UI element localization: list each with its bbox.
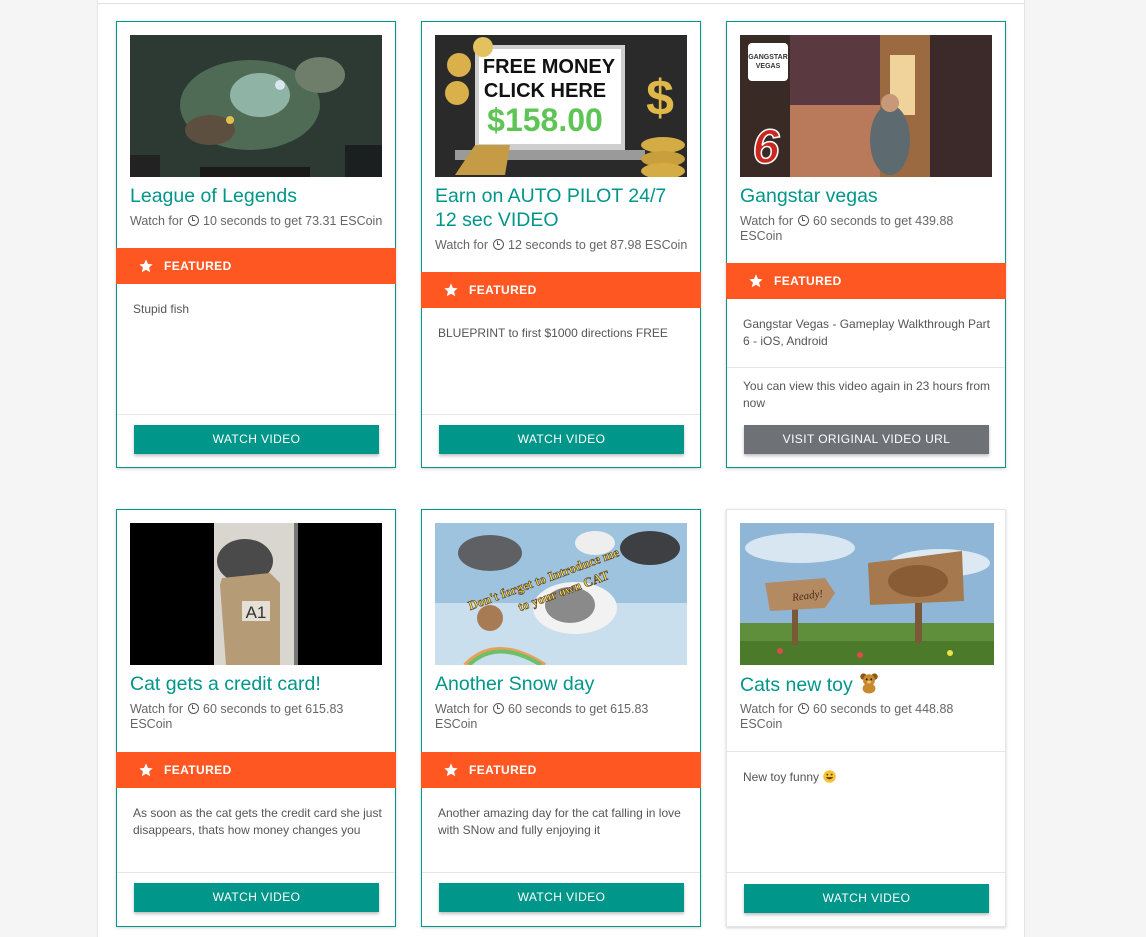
- card-divider: [727, 872, 1005, 873]
- view-again-note: You can view this video again in 23 hour…: [743, 379, 991, 410]
- watch-prefix: Watch for: [740, 702, 794, 716]
- video-description: Another amazing day for the cat falling …: [438, 806, 681, 837]
- video-card-cats-new-toy: Ready! Cats new toy Watch for 60 seconds…: [726, 509, 1006, 927]
- video-card-another-snow-day: Don't forget to Introduce me to your own…: [421, 509, 701, 927]
- featured-label: FEATURED: [164, 259, 232, 273]
- thumb-click-here-text: CLICK HERE: [484, 80, 606, 102]
- clock-icon: [797, 215, 809, 226]
- featured-banner: FEATURED: [116, 248, 396, 284]
- card-divider: [727, 751, 1005, 752]
- video-description: Stupid fish: [133, 302, 190, 316]
- thumb-gangstar-text: GANGSTAR: [748, 54, 788, 61]
- video-description: Gangstar Vegas - Gameplay Walkthrough Pa…: [743, 317, 991, 348]
- video-card-cat-credit-card: A1 Cat gets a credit card! Watch for 60 …: [116, 509, 396, 927]
- card-divider: [422, 872, 700, 873]
- star-icon: [138, 762, 154, 778]
- watch-prefix: Watch for: [435, 702, 489, 716]
- watch-video-button[interactable]: WATCH VIDEO: [134, 425, 379, 454]
- watch-prefix: Watch for: [130, 214, 184, 228]
- watch-duration-reward: 12 seconds to get 87.98 ESCoin: [508, 238, 688, 252]
- card-divider: [422, 414, 700, 415]
- video-description: BLUEPRINT to first $1000 directions FREE: [438, 326, 668, 340]
- watch-video-button[interactable]: WATCH VIDEO: [134, 883, 379, 912]
- clock-icon: [187, 703, 199, 714]
- watch-prefix: Watch for: [740, 214, 794, 228]
- video-card-league-of-legends: League of Legends Watch for 10 seconds t…: [116, 21, 396, 468]
- video-thumbnail[interactable]: FREE MONEY CLICK HERE $158.00 $: [435, 35, 687, 177]
- video-title[interactable]: League of Legends: [130, 184, 388, 208]
- video-title[interactable]: Cat gets a credit card!: [130, 672, 388, 696]
- card-divider: [117, 872, 395, 873]
- featured-banner: FEATURED: [421, 752, 701, 788]
- featured-banner: FEATURED: [421, 272, 701, 308]
- featured-label: FEATURED: [469, 283, 537, 297]
- video-description: As soon as the cat gets the credit card …: [133, 806, 382, 837]
- watch-reward-text: Watch for 10 seconds to get 73.31 ESCoin: [130, 214, 388, 229]
- video-card-auto-pilot: FREE MONEY CLICK HERE $158.00 $ Earn on …: [421, 21, 701, 468]
- thumb-amount-text: $158.00: [487, 102, 603, 138]
- watch-prefix: Watch for: [435, 238, 489, 252]
- thumb-box-label: A1: [246, 603, 267, 622]
- page-container: League of Legends Watch for 10 seconds t…: [97, 0, 1025, 937]
- grinning-face-icon: [822, 769, 837, 789]
- video-thumbnail[interactable]: GANGSTAR VEGAS 6: [740, 35, 992, 177]
- video-title[interactable]: Cats new toy: [740, 672, 998, 700]
- star-icon: [443, 282, 459, 298]
- watch-video-button[interactable]: WATCH VIDEO: [439, 883, 684, 912]
- watch-video-button[interactable]: WATCH VIDEO: [744, 884, 989, 913]
- clock-icon: [797, 703, 809, 714]
- watch-prefix: Watch for: [130, 702, 184, 716]
- clock-icon: [492, 239, 504, 250]
- star-icon: [443, 762, 459, 778]
- featured-banner: FEATURED: [116, 752, 396, 788]
- visit-original-url-button[interactable]: VISIT ORIGINAL VIDEO URL: [744, 425, 989, 454]
- video-title[interactable]: Gangstar vegas: [740, 184, 998, 208]
- clock-icon: [187, 215, 199, 226]
- featured-label: FEATURED: [774, 274, 842, 288]
- video-description: New toy funny: [743, 769, 993, 789]
- video-title-text[interactable]: Cats new toy: [740, 674, 853, 696]
- watch-reward-text: Watch for 60 seconds to get 439.88 ESCoi…: [740, 214, 998, 244]
- watch-reward-text: Watch for 60 seconds to get 615.83 ESCoi…: [130, 702, 388, 732]
- clock-icon: [492, 703, 504, 714]
- watch-video-button[interactable]: WATCH VIDEO: [439, 425, 684, 454]
- video-thumbnail[interactable]: Don't forget to Introduce me to your own…: [435, 523, 687, 665]
- watch-reward-text: Watch for 60 seconds to get 615.83 ESCoi…: [435, 702, 693, 732]
- star-icon: [748, 273, 764, 289]
- thumb-episode-number: 6: [753, 121, 780, 174]
- card-divider: [727, 367, 1005, 368]
- top-divider: [98, 3, 1024, 4]
- svg-text:$: $: [646, 70, 674, 126]
- video-title[interactable]: Earn on AUTO PILOT 24/7 12 sec VIDEO: [435, 184, 693, 232]
- featured-banner: FEATURED: [726, 263, 1006, 299]
- video-thumbnail[interactable]: [130, 35, 382, 177]
- card-divider: [117, 414, 395, 415]
- watch-reward-text: Watch for 12 seconds to get 87.98 ESCoin: [435, 238, 693, 253]
- video-description-text: New toy funny: [743, 770, 820, 784]
- watch-duration-reward: 10 seconds to get 73.31 ESCoin: [203, 214, 383, 228]
- watch-reward-text: Watch for 60 seconds to get 448.88 ESCoi…: [740, 702, 998, 732]
- thumb-free-money-text: FREE MONEY: [483, 56, 616, 78]
- star-icon: [138, 258, 154, 274]
- featured-label: FEATURED: [164, 763, 232, 777]
- video-title[interactable]: Another Snow day: [435, 672, 693, 696]
- thumb-vegas-text: VEGAS: [756, 63, 781, 70]
- video-card-gangstar-vegas: GANGSTAR VEGAS 6 Gangstar vegas Watch fo…: [726, 21, 1006, 468]
- video-thumbnail[interactable]: Ready!: [740, 523, 994, 665]
- video-thumbnail[interactable]: A1: [130, 523, 382, 665]
- featured-label: FEATURED: [469, 763, 537, 777]
- teddy-bear-icon: [858, 672, 880, 700]
